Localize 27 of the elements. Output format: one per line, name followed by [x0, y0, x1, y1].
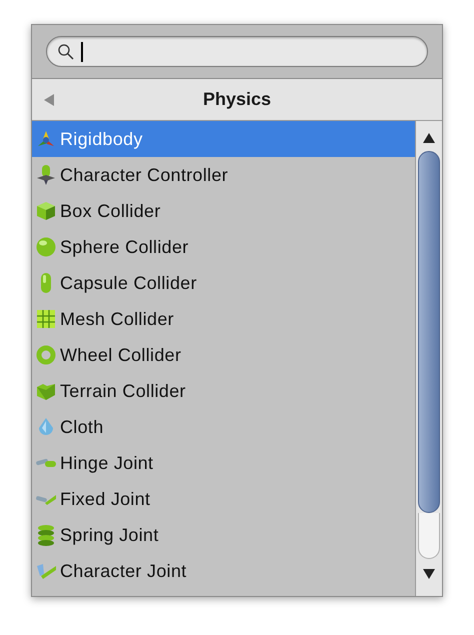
scrollbar-thumb[interactable] — [418, 151, 440, 513]
cube-icon — [35, 200, 57, 222]
list-item[interactable]: Character Controller — [32, 157, 415, 193]
list-item[interactable]: Mesh Collider — [32, 301, 415, 337]
search-field[interactable] — [46, 36, 428, 67]
scroll-up-icon[interactable] — [423, 133, 435, 143]
list-item[interactable]: Capsule Collider — [32, 265, 415, 301]
list-item[interactable]: Hinge Joint — [32, 445, 415, 481]
spring-icon — [35, 524, 57, 546]
grid-icon — [35, 308, 57, 330]
scrollbar[interactable] — [415, 121, 442, 596]
back-arrow-icon — [44, 94, 54, 106]
list-item[interactable]: Rigidbody — [32, 121, 415, 157]
list-item[interactable]: Sphere Collider — [32, 229, 415, 265]
list-item[interactable]: Character Joint — [32, 553, 415, 589]
list-item[interactable]: Fixed Joint — [32, 481, 415, 517]
list-item[interactable]: Terrain Collider — [32, 373, 415, 409]
list-item[interactable]: Wheel Collider — [32, 337, 415, 373]
search-icon — [57, 42, 75, 60]
list-item[interactable]: Spring Joint — [32, 517, 415, 553]
ring-icon — [35, 344, 57, 366]
list-item[interactable]: Cloth — [32, 409, 415, 445]
header-title: Physics — [202, 88, 272, 111]
capsule-on-base-icon — [35, 164, 57, 186]
scroll-down-icon[interactable] — [423, 569, 435, 579]
list-item[interactable]: Box Collider — [32, 193, 415, 229]
sphere-icon — [35, 236, 57, 258]
